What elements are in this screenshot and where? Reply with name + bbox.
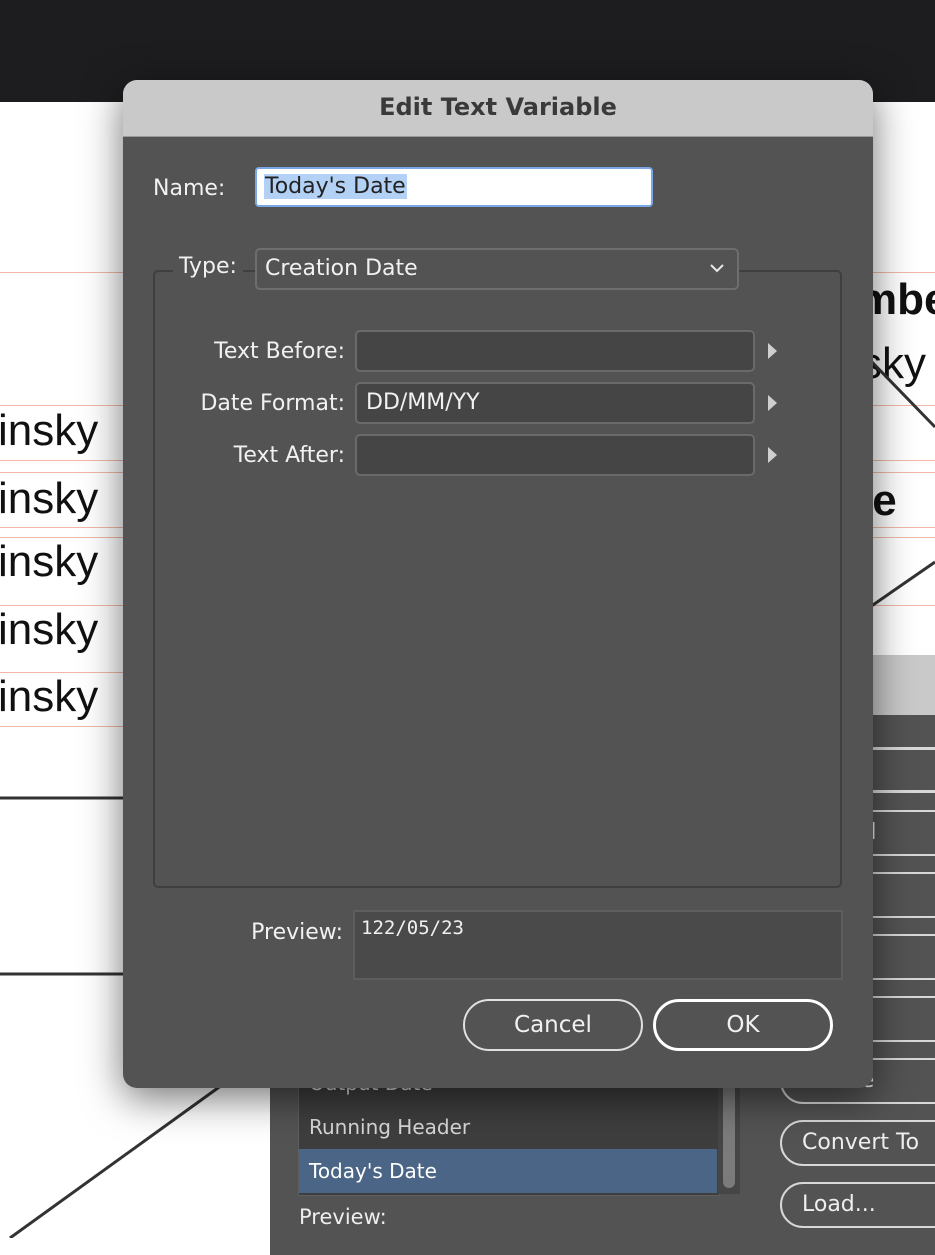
text-after-input[interactable] — [355, 434, 755, 476]
name-label: Name: — [153, 176, 226, 201]
cancel-button[interactable]: Cancel — [463, 999, 643, 1051]
preview-box: 122/05/23 — [353, 910, 843, 980]
list-item-running-header[interactable]: Running Header — [309, 1105, 470, 1149]
preview-label: Preview: — [251, 920, 343, 945]
text-before-input[interactable] — [355, 330, 755, 372]
date-format-label: Date Format: — [200, 391, 345, 416]
text-before-label: Text Before: — [214, 339, 345, 364]
chevron-down-icon — [710, 264, 724, 273]
type-label: Type: — [173, 250, 243, 283]
type-select[interactable]: Creation Date — [255, 248, 739, 290]
date-format-input[interactable]: DD/MM/YY — [355, 382, 755, 424]
text-before-menu-icon[interactable] — [768, 343, 777, 359]
convert-to-button[interactable]: Convert To — [780, 1120, 935, 1166]
list-item-todays-date[interactable]: Today's Date — [299, 1149, 717, 1193]
text-after-menu-icon[interactable] — [768, 447, 777, 463]
name-input-value: Today's Date — [264, 174, 407, 199]
text-after-label: Text After: — [233, 443, 345, 468]
ok-button[interactable]: OK — [653, 999, 833, 1051]
dialog-title: Edit Text Variable — [379, 93, 617, 121]
load-button[interactable]: Load... — [780, 1182, 935, 1228]
date-format-menu-icon[interactable] — [768, 395, 777, 411]
background-preview-label: Preview: — [299, 1205, 387, 1229]
name-input[interactable]: Today's Date — [255, 167, 653, 207]
dialog-titlebar: Edit Text Variable — [123, 80, 873, 137]
type-select-value: Creation Date — [265, 256, 418, 281]
edit-text-variable-dialog: Edit Text Variable Name: Today's Date Ty… — [123, 80, 873, 1088]
scrollbar-thumb[interactable] — [723, 1080, 735, 1188]
